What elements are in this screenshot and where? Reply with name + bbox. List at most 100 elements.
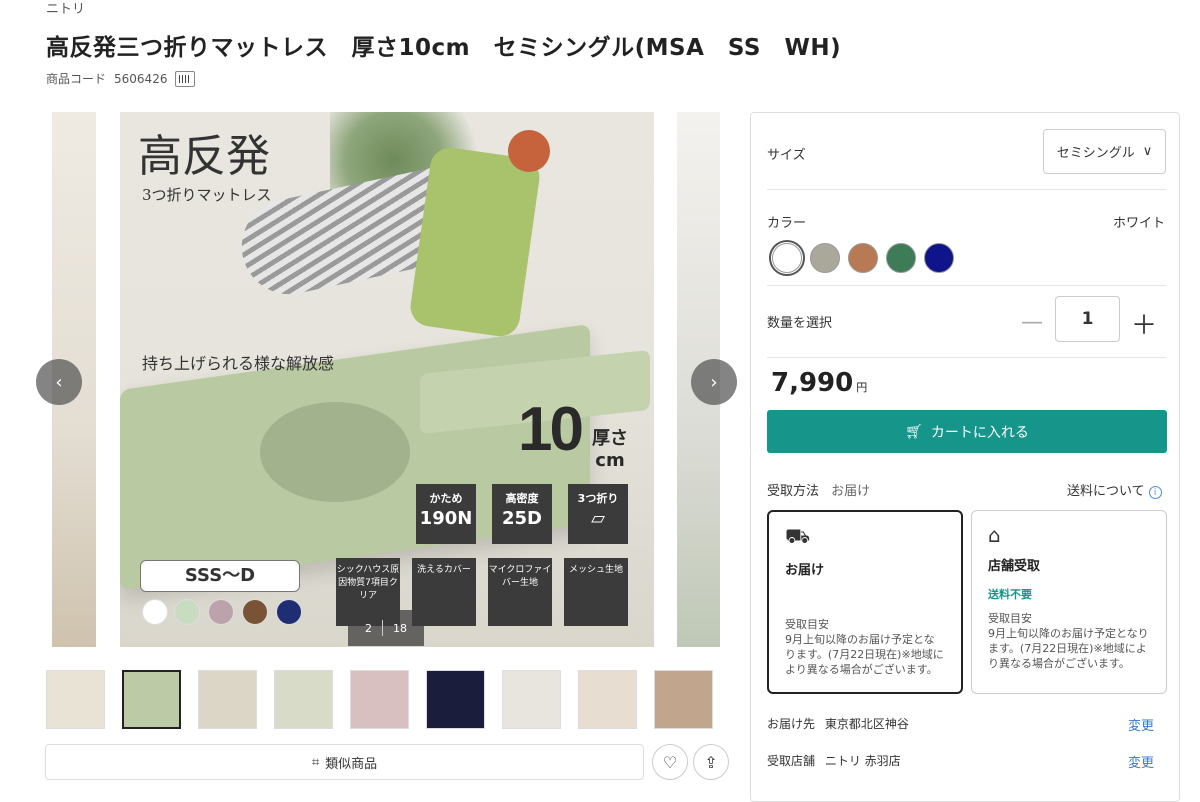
address-value: 東京都北区神谷: [824, 717, 909, 731]
divider: [767, 357, 1166, 358]
badge-value: 190N: [419, 508, 473, 529]
cart-icon: 🛒︎: [905, 423, 923, 440]
quantity-label: 数量を選択: [767, 316, 833, 331]
size-range-tag: SSS～D: [140, 560, 300, 592]
shipping-info-label: 送料について: [1067, 484, 1145, 499]
model-blanket-graphic: [408, 145, 542, 339]
counter-divider: [382, 620, 383, 636]
price-value: 7,990: [771, 368, 854, 398]
feature-tile: マイクロファイバー生地: [488, 558, 552, 626]
change-address-link[interactable]: 変更: [1128, 715, 1154, 734]
thumbnail[interactable]: [198, 670, 257, 729]
thumbnail[interactable]: [578, 670, 637, 729]
slide-counter: 2 18: [348, 610, 424, 646]
fold-icon: ▱: [591, 508, 605, 529]
next-image-button[interactable]: ›: [691, 359, 737, 405]
badge-label: 3つ折り: [577, 492, 619, 505]
badge-label: 高密度: [505, 492, 539, 505]
product-title: 高反発三つ折りマットレス 厚さ10cm セミシングル(MSA SS WH): [46, 35, 842, 61]
thumbnail[interactable]: [654, 670, 713, 729]
image-subtitle: 3つ折りマットレス: [142, 186, 272, 204]
size-select-value: セミシングル: [1056, 146, 1135, 161]
delivery-method-value: お届け: [831, 484, 871, 499]
thumbnail-selected[interactable]: [122, 670, 181, 729]
info-icon: i: [1148, 486, 1162, 499]
truck-icon: ⛟: [785, 524, 811, 548]
delivery-address: お届け先 東京都北区神谷: [767, 715, 909, 732]
shadow-graphic: [260, 402, 410, 502]
barcode-icon[interactable]: [175, 70, 196, 87]
hardness-badge: かため 190N: [416, 484, 476, 544]
divider: [767, 285, 1166, 286]
thumbnail[interactable]: [426, 670, 485, 729]
color-dot-white: [142, 599, 168, 625]
heart-icon: ♡: [662, 752, 678, 772]
price-unit: 円: [856, 381, 868, 394]
feature-tile: メッシュ生地: [564, 558, 628, 626]
store-pickup-card[interactable]: ⌂ 店舗受取 送料不要 受取目安 9月上旬以降のお届け予定となります。(7月22…: [971, 510, 1167, 694]
fold-badge: 3つ折り ▱: [568, 484, 628, 544]
color-value: ホワイト: [1113, 216, 1166, 231]
scan-icon: ⌗: [311, 754, 320, 770]
similar-products-label: 類似商品: [325, 756, 378, 772]
color-dot-pink: [208, 599, 234, 625]
thickness-value: 10: [518, 395, 584, 464]
thickness-label: 厚さ: [592, 428, 628, 449]
slide-current: 2: [365, 621, 372, 635]
color-swatch-navy[interactable]: [924, 243, 954, 273]
previous-image-button[interactable]: ‹: [36, 359, 82, 405]
product-code-value: 5606426: [114, 71, 168, 86]
color-swatch-gray[interactable]: [810, 243, 840, 273]
chevron-right-icon: ›: [710, 371, 718, 393]
chevron-down-icon: ∨: [1142, 144, 1153, 159]
color-dot-brown: [242, 599, 268, 625]
store-icon: ⌂: [988, 523, 1001, 547]
store-label: 受取店舗: [767, 754, 816, 768]
eta-label: 受取目安: [988, 612, 1032, 625]
color-swatch-white[interactable]: [769, 240, 805, 276]
main-product-image: 高反発 3つ折りマットレス 持ち上げられる様な解放感 10 厚さ cm かため …: [120, 112, 654, 647]
image-tagline: 持ち上げられる様な解放感: [142, 354, 335, 373]
add-to-cart-button[interactable]: 🛒︎ カートに入れる: [767, 410, 1167, 453]
thickness-unit-label: cm: [595, 449, 625, 471]
model-head-graphic: [508, 130, 550, 172]
thumbnail[interactable]: [274, 670, 333, 729]
card-title: お届け: [785, 563, 825, 578]
share-button[interactable]: ⇪: [693, 744, 729, 780]
quantity-decrease-button[interactable]: —: [1021, 310, 1043, 335]
price: 7,990 円: [771, 368, 867, 398]
pickup-store: 受取店舗 ニトリ 赤羽店: [767, 752, 901, 769]
image-title: 高反発: [138, 131, 270, 182]
product-code: 商品コード 5606426: [46, 70, 196, 87]
thumbnail[interactable]: [502, 670, 561, 729]
brand-name[interactable]: ニトリ: [46, 0, 85, 17]
chevron-left-icon: ‹: [55, 371, 63, 393]
thumbnail-strip: [46, 670, 714, 730]
image-gallery: 高反発 3つ折りマットレス 持ち上げられる様な解放感 10 厚さ cm かため …: [52, 112, 720, 647]
size-select[interactable]: セミシングル ∨: [1043, 129, 1166, 174]
address-label: お届け先: [767, 717, 816, 731]
store-value: ニトリ 赤羽店: [824, 754, 901, 768]
thumbnail[interactable]: [350, 670, 409, 729]
size-label: サイズ: [767, 148, 806, 163]
card-title: 店舗受取: [988, 559, 1041, 574]
product-code-label: 商品コード: [46, 72, 107, 86]
shipping-info-link[interactable]: 送料について i: [1067, 480, 1162, 499]
badge-value: 25D: [502, 508, 542, 529]
delivery-option-card[interactable]: ⛟ お届け 受取目安 9月上旬以降のお届け予定となります。(7月22日現在)※地…: [767, 510, 963, 694]
color-dot-green: [174, 599, 200, 625]
color-swatch-green[interactable]: [886, 243, 916, 273]
eta-text: 9月上旬以降のお届け予定となります。(7月22日現在)※地域により異なる場合がご…: [785, 632, 944, 676]
thumbnail[interactable]: [46, 670, 105, 729]
quantity-increase-button[interactable]: ＋: [1131, 305, 1157, 342]
change-store-link[interactable]: 変更: [1128, 752, 1154, 771]
delivery-method-label: 受取方法: [767, 484, 820, 499]
favorite-button[interactable]: ♡: [652, 744, 688, 780]
color-swatch-brown[interactable]: [848, 243, 878, 273]
similar-products-button[interactable]: ⌗ 類似商品: [45, 744, 644, 780]
quantity-input[interactable]: 1: [1055, 296, 1120, 342]
thickness-unit: 厚さ cm: [592, 428, 628, 471]
share-icon: ⇪: [704, 752, 718, 772]
purchase-panel: サイズ セミシングル ∨ カラー ホワイト 数量を選択 — 1 ＋ 7,990 円…: [750, 112, 1180, 802]
divider: [767, 189, 1166, 190]
